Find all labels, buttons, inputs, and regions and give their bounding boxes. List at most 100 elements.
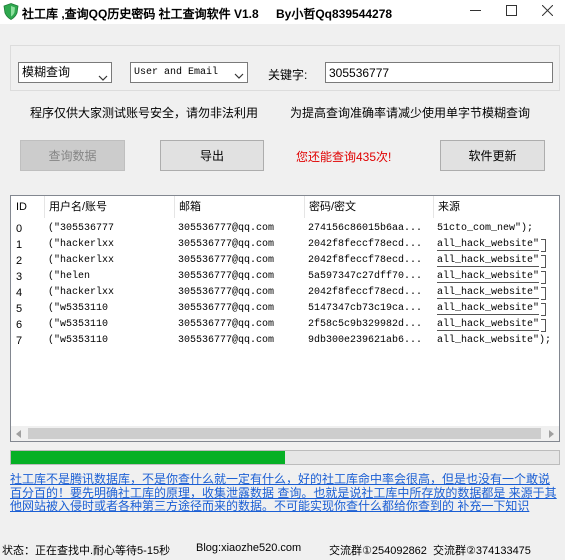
- cell-source: all_hack_website": [433, 269, 559, 285]
- remaining-queries: 您还能查询435次!: [296, 150, 392, 164]
- search-field-value: User and Email: [134, 67, 219, 78]
- cell-source-text: all_hack_website": [437, 271, 540, 283]
- cell-password: 274156c86015b6aa...: [308, 223, 423, 234]
- progress-bar: [10, 450, 560, 465]
- query-button[interactable]: 查询数据: [20, 140, 125, 171]
- cell-source-text: 51cto_com_new");: [437, 223, 534, 234]
- cell-username: ("hackerlxx: [48, 255, 115, 266]
- horizontal-scrollbar[interactable]: [11, 426, 559, 441]
- column-header-email[interactable]: 邮箱: [175, 196, 305, 218]
- maximize-button[interactable]: [493, 0, 529, 24]
- window-author: By小哲Qq839544278: [276, 7, 393, 21]
- search-mode-select[interactable]: 模糊查询: [18, 62, 112, 83]
- minimize-icon: [469, 5, 481, 19]
- maximize-icon: [505, 5, 517, 19]
- cell-id: 6: [16, 319, 23, 331]
- cell-id: 3: [16, 271, 23, 283]
- chevron-down-icon: [98, 69, 108, 81]
- group-2-text: 交流群②374133475: [433, 545, 531, 557]
- cell-email: 305536777@qq.com: [178, 287, 275, 298]
- cell-email: 305536777@qq.com: [178, 255, 275, 266]
- results-table[interactable]: ID 用户名/账号 邮箱 密码/密文 来源 0 ("305536777 3055…: [10, 195, 560, 442]
- cell-username: ("helen: [48, 271, 91, 282]
- cell-password: 2042f8feccf78ecd...: [308, 255, 423, 266]
- cell-email: 305536777@qq.com: [178, 335, 275, 346]
- group-1-text: 交流群①254092862: [329, 545, 427, 557]
- column-header-source[interactable]: 来源: [434, 196, 559, 218]
- scrollbar-thumb[interactable]: [28, 428, 541, 439]
- cell-source-text: all_hack_website": [437, 239, 540, 251]
- query-tip: 为提高查询准确率请减少使用单字节模糊查询: [290, 106, 531, 120]
- table-row[interactable]: 4 ("hackerlxx 305536777@qq.com 2042f8fec…: [11, 285, 559, 301]
- cell-email: 305536777@qq.com: [178, 239, 275, 250]
- column-header-id[interactable]: ID: [12, 196, 45, 218]
- cell-source-text: all_hack_website");: [437, 335, 552, 346]
- title-bar[interactable]: 社工库 ,查询QQ历史密码 社工查询软件 V1.8 By小哲Qq83954427…: [0, 0, 565, 24]
- cell-source: all_hack_website": [433, 285, 559, 301]
- cell-id: 5: [16, 303, 23, 315]
- search-mode-value: 模糊查询: [22, 65, 71, 79]
- cell-password: 9db300e239621ab6...: [308, 335, 423, 346]
- minimize-button[interactable]: [457, 0, 493, 24]
- cell-username: ("hackerlxx: [48, 287, 115, 298]
- shield-icon: [3, 3, 19, 20]
- cell-email: 305536777@qq.com: [178, 271, 275, 282]
- window-title: 社工库 ,查询QQ历史密码 社工查询软件 V1.8: [22, 7, 259, 21]
- cell-source: all_hack_website": [433, 237, 559, 253]
- cell-password: 2042f8feccf78ecd...: [308, 287, 423, 298]
- cell-email: 305536777@qq.com: [178, 303, 275, 314]
- table-row[interactable]: 2 ("hackerlxx 305536777@qq.com 2042f8fec…: [11, 253, 559, 269]
- table-row[interactable]: 3 ("helen 305536777@qq.com 5a597347c27df…: [11, 269, 559, 285]
- search-field-select[interactable]: User and Email: [130, 62, 248, 83]
- progress-fill: [11, 451, 285, 464]
- column-header-username[interactable]: 用户名/账号: [45, 196, 175, 218]
- scroll-right-button[interactable]: [543, 426, 559, 441]
- table-row[interactable]: 5 ("w5353110 305536777@qq.com 5147347cb7…: [11, 301, 559, 317]
- cell-username: ("w5353110: [48, 319, 109, 330]
- cell-username: ("w5353110: [48, 335, 109, 346]
- cell-source-text: all_hack_website": [437, 255, 540, 267]
- table-row[interactable]: 6 ("w5353110 305536777@qq.com 2f58c5c9b3…: [11, 317, 559, 333]
- table-row[interactable]: 0 ("305536777 305536777@qq.com 274156c86…: [11, 221, 559, 237]
- cell-password: 2f58c5c9b329982d...: [308, 319, 423, 330]
- cell-source: all_hack_website": [433, 301, 559, 317]
- update-button[interactable]: 软件更新: [440, 140, 545, 171]
- keyword-input[interactable]: [325, 62, 553, 83]
- cell-password: 5147347cb73c19ca...: [308, 303, 423, 314]
- scroll-left-button[interactable]: [11, 426, 27, 441]
- close-button[interactable]: [529, 0, 565, 24]
- export-button[interactable]: 导出: [160, 140, 264, 171]
- table-row[interactable]: 1 ("hackerlxx 305536777@qq.com 2042f8fec…: [11, 237, 559, 253]
- legal-notice: 程序仅供大家测试账号安全，请勿非法利用: [30, 106, 259, 120]
- cell-source: all_hack_website": [433, 317, 559, 333]
- cell-username: ("w5353110: [48, 303, 109, 314]
- cell-password: 2042f8feccf78ecd...: [308, 239, 423, 250]
- cell-id: 2: [16, 255, 23, 267]
- cell-id: 4: [16, 287, 23, 299]
- cell-source-text: all_hack_website": [437, 303, 540, 315]
- table-row[interactable]: 7 ("w5353110 305536777@qq.com 9db300e239…: [11, 333, 559, 349]
- cell-id: 0: [16, 223, 23, 235]
- chevron-down-icon: [234, 69, 244, 79]
- cell-password: 5a597347c27dff70...: [308, 271, 423, 282]
- chevron-right-icon: [548, 427, 554, 441]
- table-header: ID 用户名/账号 邮箱 密码/密文 来源: [11, 196, 559, 218]
- keyword-label: 关键字:: [268, 68, 308, 82]
- blog-link[interactable]: Blog:xiaozhe520.com: [196, 542, 301, 554]
- close-icon: [541, 4, 553, 19]
- cell-email: 305536777@qq.com: [178, 319, 275, 330]
- cell-source: all_hack_website": [433, 253, 559, 269]
- chevron-left-icon: [16, 427, 22, 441]
- status-bar: 状态：正在查找中.耐心等待5-15秒 Blog:xiaozhe520.com 交…: [0, 538, 565, 560]
- cell-id: 7: [16, 335, 23, 347]
- cell-username: ("305536777: [48, 223, 115, 234]
- info-text: 社工库不是腾讯数据库，不是你查什么就一定有什么，好的社工库命中率会很高，但是也没…: [10, 473, 557, 513]
- cell-email: 305536777@qq.com: [178, 223, 275, 234]
- column-header-password[interactable]: 密码/密文: [305, 196, 434, 218]
- cell-id: 1: [16, 239, 23, 251]
- cell-username: ("hackerlxx: [48, 239, 115, 250]
- cell-source: 51cto_com_new");: [433, 221, 559, 237]
- cell-source-text: all_hack_website": [437, 319, 540, 331]
- status-text: 状态：正在查找中.耐心等待5-15秒: [2, 545, 171, 557]
- cell-source: all_hack_website");: [433, 333, 559, 349]
